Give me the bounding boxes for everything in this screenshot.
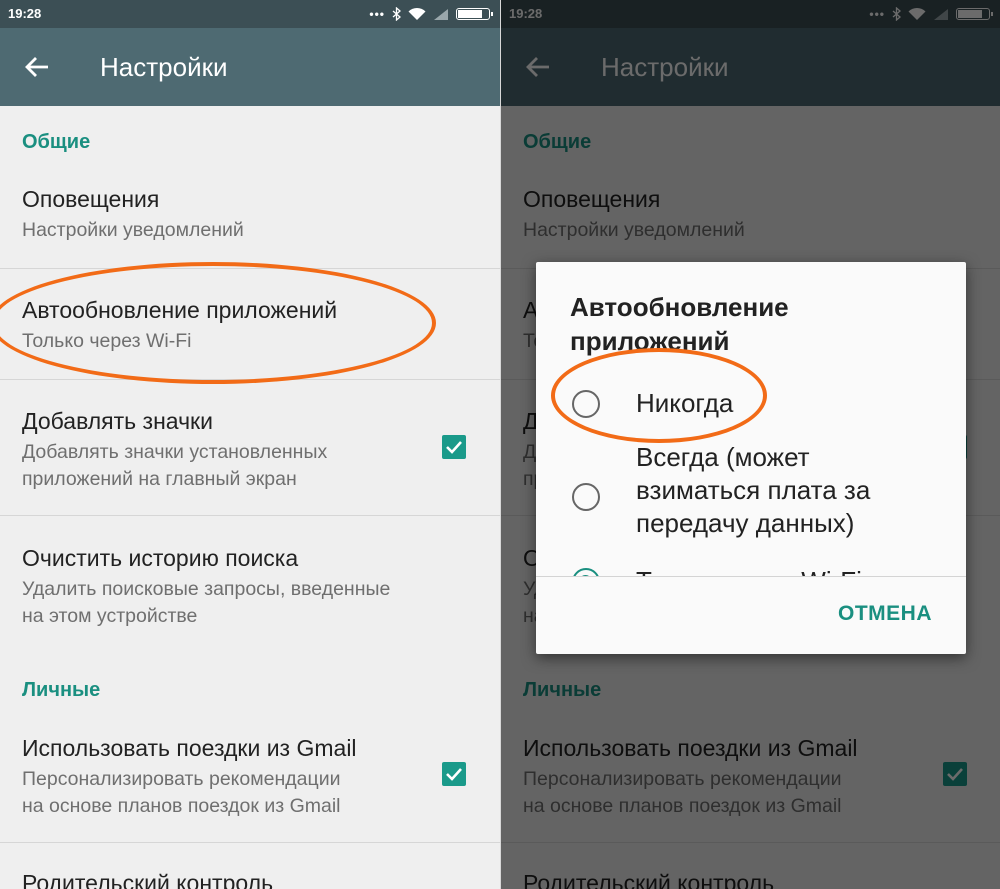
- back-button[interactable]: [22, 50, 52, 84]
- setting-subtitle: Персонализировать рекомендации на основе…: [22, 768, 341, 817]
- dialog-title: Автообновление приложений: [570, 292, 789, 356]
- more-notifications-icon: •••: [369, 7, 385, 21]
- setting-add-icons[interactable]: Добавлять значки Добавлять значки устано…: [0, 380, 500, 515]
- settings-screen-with-dialog: 19:28 ••• Настройки Общие Оповещения Нас…: [501, 0, 1000, 889]
- option-always[interactable]: Всегда (может взиматься плата за передач…: [536, 436, 966, 552]
- setting-subtitle: Только через Wi-Fi: [22, 330, 192, 352]
- setting-title: Использовать поездки из Gmail: [22, 735, 357, 761]
- option-label: Никогда: [636, 388, 734, 418]
- setting-subtitle: Удалить поисковые запросы, введенные на …: [22, 578, 391, 627]
- status-bar: 19:28 •••: [0, 0, 500, 28]
- setting-title: Оповещения: [22, 186, 160, 212]
- app-bar: Настройки: [0, 28, 500, 106]
- radio-button[interactable]: [572, 483, 600, 511]
- setting-notifications[interactable]: Оповещения Настройки уведомлений: [0, 170, 500, 268]
- section-personal-header: Личные: [22, 679, 101, 701]
- radio-button-selected[interactable]: [572, 568, 600, 576]
- setting-gmail-trips[interactable]: Использовать поездки из Gmail Персонализ…: [0, 718, 500, 842]
- status-icons: •••: [369, 5, 493, 23]
- setting-subtitle: Добавлять значки установленных приложени…: [22, 441, 328, 490]
- cancel-button[interactable]: ОТМЕНА: [838, 602, 932, 626]
- setting-title: Добавлять значки: [22, 408, 213, 434]
- battery-icon: [456, 8, 493, 20]
- autoupdate-dialog: Автообновление приложений Никогда Всегда (…: [536, 262, 966, 654]
- option-never[interactable]: Никогда: [536, 370, 966, 436]
- setting-title: Родительский контроль: [22, 870, 274, 889]
- radio-button[interactable]: [572, 390, 600, 418]
- dialog-divider: [536, 576, 966, 577]
- app-bar-title: Настройки: [100, 52, 228, 82]
- option-label: Всегда (может взиматься плата за передач…: [636, 442, 871, 538]
- setting-autoupdate[interactable]: Автообновление приложений Только через W…: [0, 269, 500, 379]
- arrow-back-icon: [25, 57, 48, 77]
- battery-level: [458, 10, 482, 18]
- dialog-options: Никогда Всегда (может взиматься плата за …: [536, 370, 966, 576]
- wifi-icon: [408, 7, 426, 20]
- check-icon: [446, 441, 462, 454]
- bluetooth-icon: [392, 7, 401, 21]
- add-icons-checkbox[interactable]: [442, 435, 466, 459]
- option-wifi-only[interactable]: Только через Wi-Fi: [536, 552, 966, 576]
- section-general-header: Общие: [22, 131, 91, 153]
- setting-subtitle: Настройки уведомлений: [22, 219, 244, 241]
- setting-parental-control[interactable]: Родительский контроль: [0, 843, 500, 889]
- settings-screen: 19:28 ••• Настройки Общие Оповещения Нас…: [0, 0, 500, 889]
- gmail-trips-checkbox[interactable]: [442, 762, 466, 786]
- option-label: Только через Wi-Fi: [636, 565, 936, 576]
- setting-title: Очистить историю поиска: [22, 545, 299, 571]
- check-icon: [446, 768, 462, 781]
- signal-icon: [434, 8, 448, 20]
- status-time: 19:28: [8, 6, 42, 21]
- setting-title: Автообновление приложений: [22, 297, 338, 323]
- setting-clear-history[interactable]: Очистить историю поиска Удалить поисковы…: [0, 516, 500, 650]
